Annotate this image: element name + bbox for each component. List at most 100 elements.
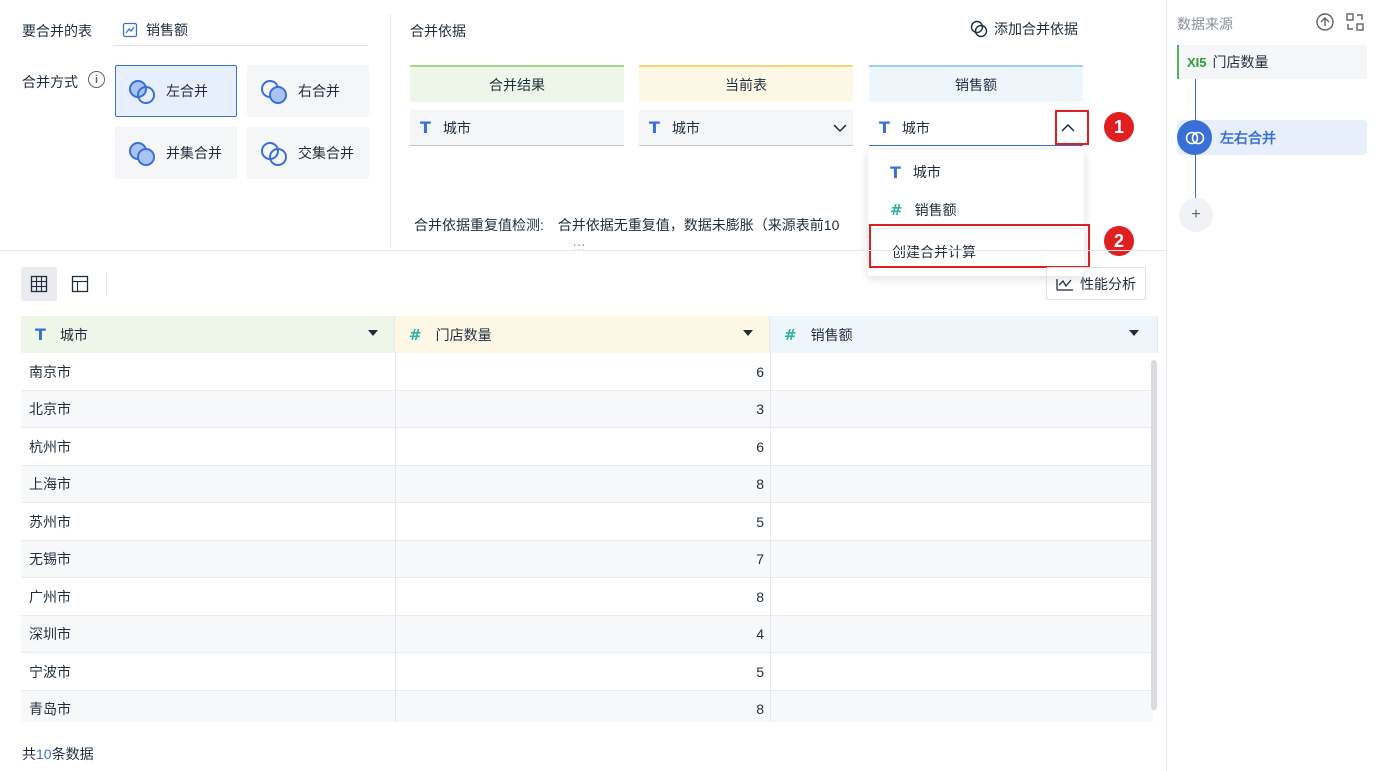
text-type-icon: T bbox=[649, 118, 660, 137]
table-row[interactable]: 上海市 8 bbox=[21, 465, 1153, 503]
intersect-merge-icon bbox=[260, 140, 288, 166]
union-merge-button[interactable]: 并集合并 bbox=[115, 127, 237, 179]
cell-city: 上海市 bbox=[29, 476, 71, 492]
duplicate-check-label: 合并依据重复值检测: bbox=[414, 217, 544, 233]
cell-city: 北京市 bbox=[29, 401, 71, 417]
cell-sales bbox=[770, 390, 1150, 428]
merge-table-label: 要合并的表 bbox=[22, 23, 92, 39]
performance-icon bbox=[1056, 278, 1073, 291]
panel-divider bbox=[0, 250, 1166, 251]
source-table-item[interactable]: XI5 门店数量 bbox=[1177, 45, 1367, 79]
column-header-label: 销售额 bbox=[810, 326, 853, 343]
table-row[interactable]: 宁波市 5 bbox=[21, 653, 1153, 691]
table-row[interactable]: 深圳市 4 bbox=[21, 615, 1153, 653]
table-scrollbar[interactable] bbox=[1151, 360, 1157, 710]
swap-icon[interactable] bbox=[1345, 12, 1365, 32]
grid-icon bbox=[30, 275, 48, 293]
dropdown-item-city[interactable]: T 城市 bbox=[868, 154, 1084, 190]
right-merge-icon bbox=[260, 78, 288, 104]
step-badge-2: 2 bbox=[1104, 226, 1134, 256]
left-merge-icon bbox=[128, 78, 156, 104]
sales-column-header: 销售额 bbox=[869, 65, 1083, 102]
cell-sales bbox=[770, 690, 1150, 722]
info-icon[interactable]: i bbox=[88, 71, 105, 88]
duplicate-check-text: 合并依据无重复值，数据未膨胀（来源表前10 bbox=[557, 217, 840, 233]
toolbar-divider bbox=[106, 272, 107, 296]
table-row[interactable]: 南京市 6 bbox=[21, 353, 1153, 391]
performance-analysis-button[interactable]: 性能分析 bbox=[1046, 267, 1146, 300]
intersect-merge-button[interactable]: 交集合并 bbox=[247, 127, 369, 179]
result-field: T 城市 bbox=[410, 110, 624, 146]
text-type-icon: T bbox=[35, 325, 46, 344]
footer-count: 10 bbox=[36, 746, 52, 762]
current-table-field-select[interactable]: T 城市 bbox=[639, 110, 853, 146]
cell-sales bbox=[770, 653, 1150, 690]
footer-prefix: 共 bbox=[22, 746, 36, 762]
column-header-store-count[interactable]: # 门店数量 bbox=[395, 316, 770, 353]
caret-down-icon[interactable] bbox=[368, 330, 378, 336]
column-header-city[interactable]: T 城市 bbox=[21, 316, 395, 353]
caret-down-icon[interactable] bbox=[743, 330, 753, 336]
chart-table-icon bbox=[122, 22, 138, 37]
left-merge-button[interactable]: 左合并 bbox=[115, 65, 237, 117]
merge-mode-label: 合并方式 bbox=[22, 74, 78, 90]
union-merge-label: 并集合并 bbox=[166, 145, 222, 161]
section-divider bbox=[390, 14, 391, 246]
merge-step-item[interactable]: 左右合并 bbox=[1177, 120, 1367, 155]
grid-view-button[interactable] bbox=[21, 267, 57, 301]
merge-table-selector[interactable]: 销售额 bbox=[114, 14, 368, 46]
text-type-icon: T bbox=[890, 162, 901, 182]
cell-city: 无锡市 bbox=[29, 551, 71, 567]
number-type-icon: # bbox=[784, 325, 797, 344]
highlight-box-1 bbox=[1055, 110, 1089, 145]
table-body: 南京市 6 北京市 3 杭州市 6 上海市 8 苏州市 5 无锡市 7 广州市 8 深圳市 4 宁波市 5 青岛市 8 bbox=[21, 353, 1158, 722]
cell-sales bbox=[770, 465, 1150, 503]
result-field-value: 城市 bbox=[442, 119, 471, 136]
cell-store-count: 3 bbox=[395, 390, 764, 428]
performance-analysis-label: 性能分析 bbox=[1080, 275, 1136, 292]
table-row[interactable]: 广州市 8 bbox=[21, 578, 1153, 616]
column-header-label: 门店数量 bbox=[435, 326, 492, 343]
caret-down-icon[interactable] bbox=[1129, 330, 1139, 336]
layout-icon bbox=[71, 275, 89, 293]
cell-city: 深圳市 bbox=[29, 626, 71, 642]
cell-city: 杭州市 bbox=[29, 438, 71, 455]
resize-handle[interactable]: ::: bbox=[573, 240, 586, 254]
source-table-name: 门店数量 bbox=[1212, 54, 1269, 70]
step-badge-1: 1 bbox=[1104, 112, 1134, 142]
cell-city: 南京市 bbox=[29, 363, 71, 380]
left-merge-label: 左合并 bbox=[166, 83, 208, 99]
upload-icon[interactable] bbox=[1315, 12, 1335, 32]
dropdown-item-label: 城市 bbox=[912, 164, 941, 180]
table-row[interactable]: 苏州市 5 bbox=[21, 503, 1153, 541]
table-row[interactable]: 青岛市 8 bbox=[21, 690, 1153, 722]
current-table-column-header: 当前表 bbox=[639, 65, 853, 102]
cell-sales bbox=[770, 615, 1150, 653]
table-row[interactable]: 北京市 3 bbox=[21, 390, 1153, 428]
cell-store-count: 8 bbox=[395, 578, 764, 615]
right-merge-label: 右合并 bbox=[298, 83, 340, 99]
text-type-icon: T bbox=[420, 118, 431, 137]
sales-field-select[interactable]: T 城市 bbox=[869, 110, 1083, 146]
chevron-down-icon bbox=[833, 124, 847, 133]
column-header-sales[interactable]: # 销售额 bbox=[770, 316, 1158, 353]
table-row[interactable]: 无锡市 7 bbox=[21, 540, 1153, 578]
footer-suffix: 条数据 bbox=[51, 746, 94, 762]
layout-view-button[interactable] bbox=[62, 267, 98, 301]
current-table-field-value: 城市 bbox=[671, 119, 700, 136]
result-column-header: 合并结果 bbox=[410, 65, 624, 102]
data-source-title: 数据来源 bbox=[1177, 16, 1233, 32]
cell-store-count: 8 bbox=[395, 465, 764, 503]
add-step-button[interactable]: + bbox=[1179, 198, 1213, 232]
merge-step-label: 左右合并 bbox=[1220, 129, 1276, 146]
right-merge-button[interactable]: 右合并 bbox=[247, 65, 369, 117]
merge-step-icon bbox=[1177, 120, 1212, 155]
duplicate-check: 合并依据重复值检测: 合并依据无重复值，数据未膨胀（来源表前10 bbox=[414, 215, 864, 235]
cell-sales bbox=[770, 540, 1150, 578]
cell-sales bbox=[770, 353, 1150, 390]
dropdown-item-sales[interactable]: # 销售额 bbox=[868, 192, 1084, 228]
add-merge-basis-button[interactable]: 添加合并依据 bbox=[970, 19, 1078, 39]
cell-store-count: 4 bbox=[395, 615, 764, 653]
text-type-icon: T bbox=[879, 118, 890, 137]
table-row[interactable]: 杭州市 6 bbox=[21, 428, 1153, 466]
